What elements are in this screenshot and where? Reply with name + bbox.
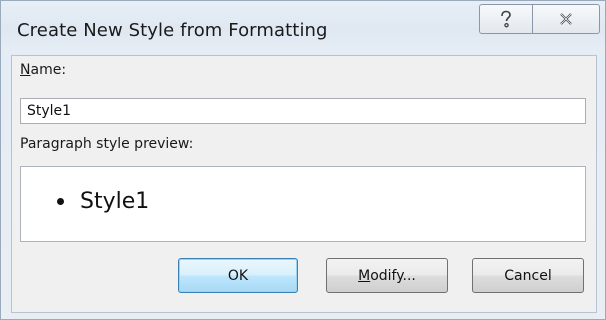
style-name-input[interactable] xyxy=(20,98,586,124)
name-label: Name: xyxy=(20,62,67,78)
close-x-icon xyxy=(560,13,572,25)
modify-button[interactable]: Modify... xyxy=(326,258,448,293)
cancel-button[interactable]: Cancel xyxy=(472,258,584,293)
bullet-icon xyxy=(57,198,64,205)
preview-list-item: Style1 xyxy=(57,189,149,214)
dialog-title: Create New Style from Formatting xyxy=(17,20,328,41)
ok-button[interactable]: OK xyxy=(178,258,298,293)
create-style-dialog: Create New Style from Formatting Name: P… xyxy=(0,0,606,320)
question-mark-icon xyxy=(501,10,511,28)
title-bar[interactable]: Create New Style from Formatting xyxy=(1,1,605,53)
close-button[interactable] xyxy=(532,4,600,34)
dialog-content: Name: Paragraph style preview: Style1 OK… xyxy=(11,55,597,313)
preview-label: Paragraph style preview: xyxy=(20,136,194,152)
help-button[interactable] xyxy=(479,4,533,34)
preview-text: Style1 xyxy=(80,189,150,214)
paragraph-style-preview: Style1 xyxy=(20,166,586,242)
